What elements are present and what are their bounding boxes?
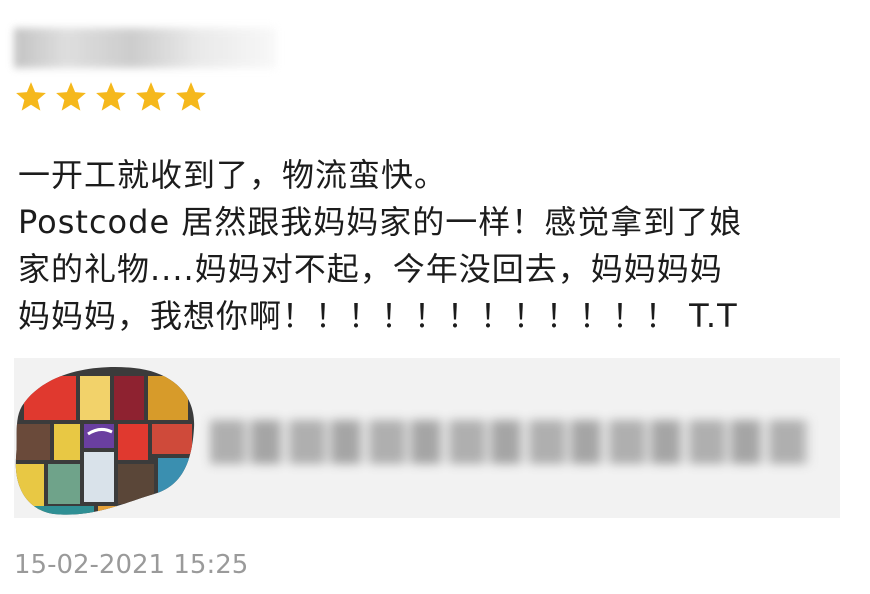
review-line: Postcode 居然跟我妈妈家的一样！感觉拿到了娘 bbox=[18, 203, 743, 241]
star-icon bbox=[96, 82, 126, 111]
review-line: 一开工就收到了，物流蛮快。 bbox=[18, 156, 448, 194]
star-icon bbox=[56, 82, 86, 111]
review-text: 一开工就收到了，物流蛮快。 Postcode 居然跟我妈妈家的一样！感觉拿到了娘… bbox=[18, 152, 863, 340]
username-redacted bbox=[14, 28, 276, 68]
star-rating bbox=[14, 80, 208, 114]
review-timestamp: 15-02-2021 15:25 bbox=[14, 550, 249, 580]
review-line: 家的礼物....妈妈对不起，今年没回去，妈妈妈妈 bbox=[18, 250, 723, 288]
star-icon bbox=[16, 82, 46, 111]
star-icon bbox=[176, 82, 206, 111]
product-card[interactable] bbox=[14, 358, 840, 518]
review-line: 妈妈妈，我想你啊！！！！！！！！！！！！ T.T bbox=[18, 297, 738, 335]
product-thumbnail[interactable] bbox=[14, 358, 196, 518]
product-title-redacted[interactable] bbox=[210, 420, 810, 464]
star-icon bbox=[136, 82, 166, 111]
